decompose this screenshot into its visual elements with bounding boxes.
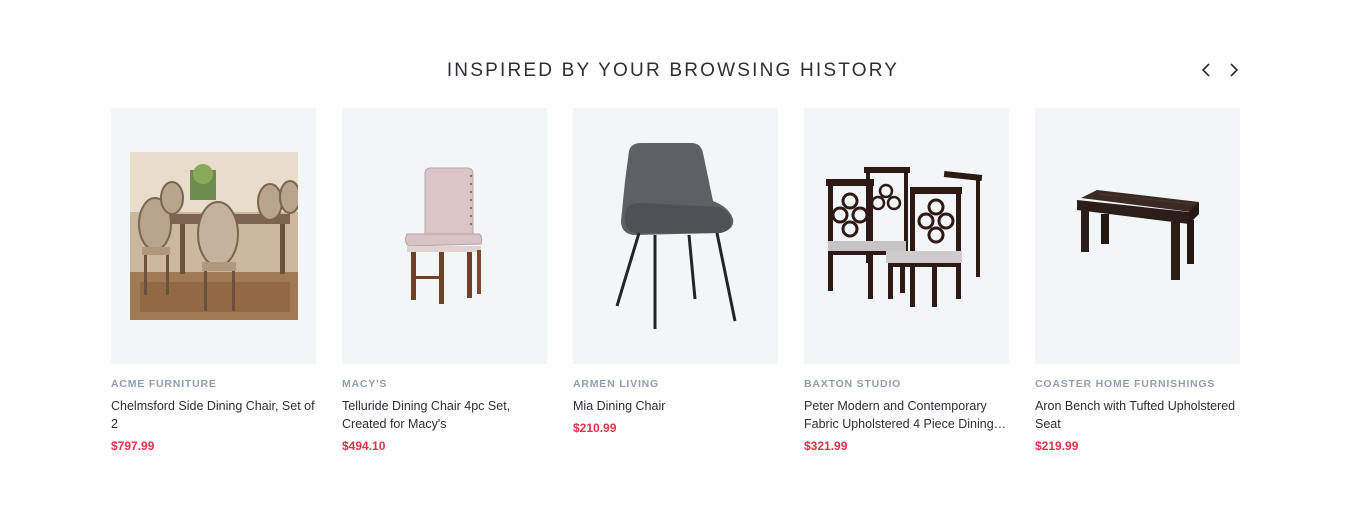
dark-bench: [1076, 190, 1199, 280]
product-card[interactable]: ARMEN LIVING Mia Dining Chair $210.99: [573, 108, 778, 453]
product-price: $219.99: [1035, 439, 1079, 453]
next-button[interactable]: [1224, 60, 1244, 80]
gray-modern-chair: [615, 143, 736, 329]
product-brand: MACY'S: [342, 378, 388, 390]
product-price: $494.10: [342, 439, 386, 453]
product-card[interactable]: COASTER HOME FURNISHINGS Aron Bench with…: [1035, 108, 1240, 453]
chevron-left-icon: [1201, 63, 1210, 77]
product-price: $210.99: [573, 421, 617, 435]
upholstered-chair: [404, 167, 482, 304]
product-card[interactable]: BAXTON STUDIO Peter Modern and Contempor…: [804, 108, 1009, 453]
product-name[interactable]: Chelmsford Side Dining Chair, Set of 2: [111, 397, 316, 433]
product-price: $797.99: [111, 439, 155, 453]
prev-button[interactable]: [1196, 60, 1216, 80]
product-image[interactable]: [573, 108, 778, 364]
chevron-right-icon: [1230, 63, 1239, 77]
product-name[interactable]: Mia Dining Chair: [573, 397, 778, 415]
four-dining-chairs: [825, 167, 982, 307]
product-name[interactable]: Aron Bench with Tufted Upholstered Seat: [1035, 397, 1240, 433]
product-brand: COASTER HOME FURNISHINGS: [1035, 378, 1216, 390]
product-image[interactable]: [804, 108, 1009, 364]
carousel-nav: [1196, 60, 1244, 80]
product-carousel: ACME FURNITURE Chelmsford Side Dining Ch…: [111, 108, 1240, 453]
product-image[interactable]: [111, 108, 316, 364]
product-name[interactable]: Peter Modern and Contemporary Fabric Uph…: [804, 397, 1009, 433]
product-image[interactable]: [342, 108, 547, 364]
product-image[interactable]: [1035, 108, 1240, 364]
product-card[interactable]: MACY'S Telluride Dining Chair 4pc Set, C…: [342, 108, 547, 453]
section-title: INSPIRED BY YOUR BROWSING HISTORY: [446, 60, 900, 81]
product-price: $321.99: [804, 439, 848, 453]
product-brand: BAXTON STUDIO: [804, 378, 902, 390]
product-brand: ARMEN LIVING: [573, 378, 660, 390]
product-brand: ACME FURNITURE: [111, 378, 217, 390]
dining-room-photo: [129, 152, 298, 320]
product-name[interactable]: Telluride Dining Chair 4pc Set, Created …: [342, 397, 547, 433]
product-card[interactable]: ACME FURNITURE Chelmsford Side Dining Ch…: [111, 108, 316, 453]
browsing-history-section: INSPIRED BY YOUR BROWSING HISTORY ACME F…: [0, 0, 1346, 530]
